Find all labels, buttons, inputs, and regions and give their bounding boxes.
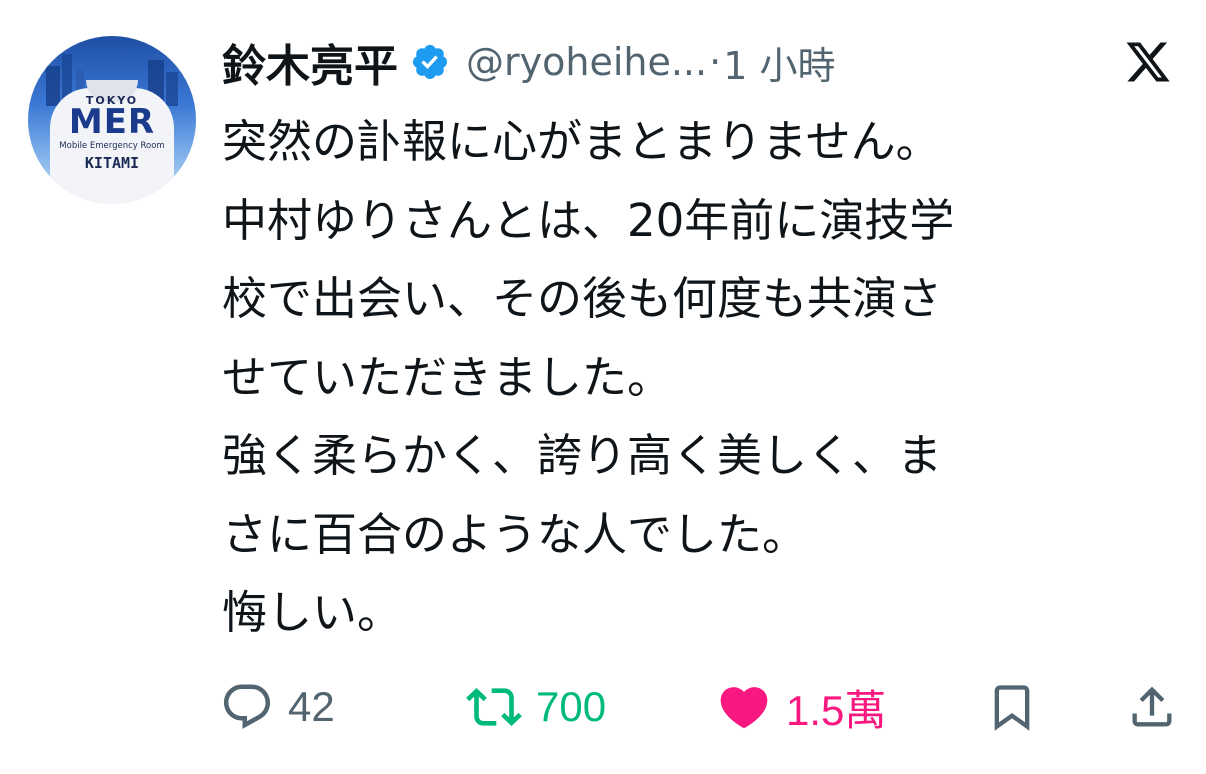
tweet-line: せていただきました。 <box>222 350 673 404</box>
retweet-button[interactable]: 700 <box>466 670 606 744</box>
tweet-line: 中村ゆりさんとは、20年前に演技学 <box>222 193 955 247</box>
retweet-icon <box>466 688 522 726</box>
heart-icon <box>720 687 768 729</box>
display-name[interactable]: 鈴木亮平 <box>222 30 398 94</box>
bookmark-icon <box>994 685 1030 731</box>
share-button[interactable] <box>1126 670 1178 744</box>
tweet-header: 鈴木亮平 @ryoheihe... · 1 小時 <box>222 30 835 94</box>
like-count: 1.5萬 <box>786 686 887 734</box>
reply-count: 42 <box>288 683 335 730</box>
action-bar: 42 700 1.5萬 <box>0 670 1206 750</box>
tweet-line: さに百合のような人でした。 <box>222 507 808 561</box>
handle[interactable]: @ryoheihe... <box>466 40 707 84</box>
tweet-line: 強く柔らかく、誇り高く美しく、ま <box>222 429 943 482</box>
timestamp[interactable]: 1 小時 <box>723 35 835 90</box>
avatar-main-text: MER <box>68 102 156 142</box>
like-button[interactable]: 1.5萬 <box>716 670 886 744</box>
separator-dot: · <box>709 40 722 84</box>
reply-button[interactable]: 42 <box>220 670 335 744</box>
bookmark-button[interactable] <box>986 670 1038 744</box>
verified-badge-icon <box>412 44 448 80</box>
avatar[interactable]: TOKYO MER Mobile Emergency Room KITAMI <box>28 36 196 204</box>
tweet-text: 突然の訃報に心がまとまりません。 中村ゆりさんとは、20年前に演技学 校で出会い… <box>222 103 1172 653</box>
reply-icon <box>223 684 271 729</box>
x-logo-icon[interactable] <box>1124 38 1172 86</box>
share-icon <box>1132 686 1172 727</box>
avatar-sub-text: Mobile Emergency Room <box>59 141 165 151</box>
avatar-name-text: KITAMI <box>84 154 140 172</box>
tweet-line: 突然の訃報に心がまとまりません。 <box>222 115 941 168</box>
tweet-card: TOKYO MER Mobile Emergency Room KITAMI 鈴… <box>0 0 1206 774</box>
tweet-line: 悔しい。 <box>222 586 403 639</box>
tweet-line: 校で出会い、その後も何度も共演さ <box>222 272 943 325</box>
retweet-count: 700 <box>536 683 607 730</box>
